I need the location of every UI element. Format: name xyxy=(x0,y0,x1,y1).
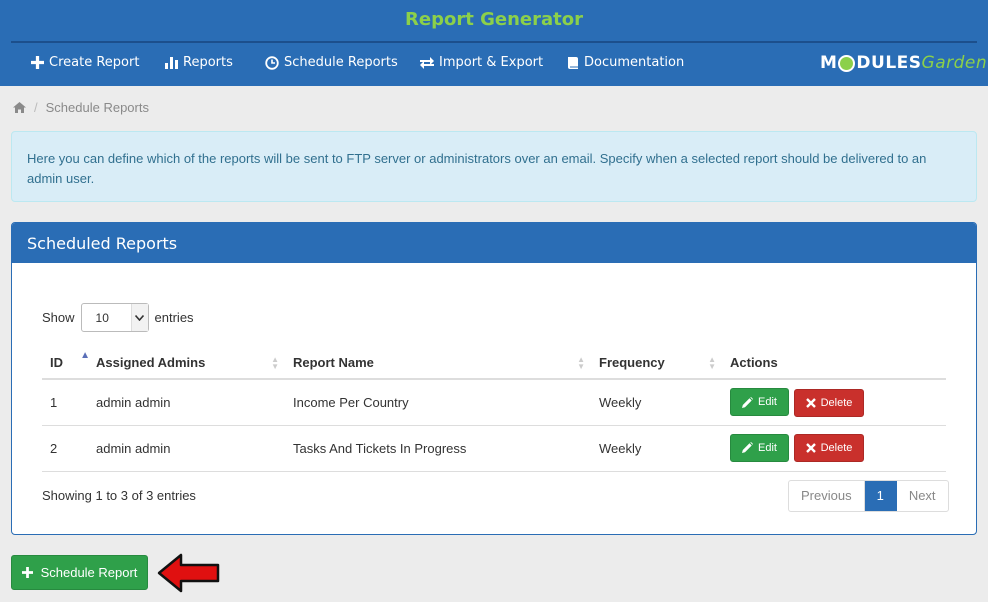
page-size-select[interactable]: 10 xyxy=(80,303,149,332)
nav-documentation[interactable]: Documentation xyxy=(567,55,684,70)
close-icon xyxy=(805,443,816,454)
bar-chart-icon xyxy=(165,56,178,69)
delete-button[interactable]: Delete xyxy=(793,434,865,463)
app-title: Report Generator xyxy=(405,9,583,30)
clock-icon xyxy=(265,55,279,70)
book-icon xyxy=(568,56,578,69)
exchange-icon xyxy=(420,56,434,69)
nav-schedule-reports-label: Schedule Reports xyxy=(284,55,398,70)
show-label: Show xyxy=(42,310,75,325)
cell-id: 2 xyxy=(42,425,88,472)
modulesgarden-logo[interactable]: M DULES Garden xyxy=(820,53,987,73)
cell-frequency: Weekly xyxy=(591,379,722,426)
home-icon[interactable] xyxy=(13,102,26,113)
page-size-control: Show 10 entries xyxy=(42,303,194,332)
breadcrumb-current: Schedule Reports xyxy=(45,100,149,115)
cell-admins: admin admin xyxy=(88,425,285,472)
sort-icon: ▲ ▼ xyxy=(577,355,585,371)
red-arrow-pointer-icon xyxy=(157,553,220,593)
column-header-report-name[interactable]: Report Name ▲ ▼ xyxy=(285,346,591,380)
cell-id: 1 xyxy=(42,379,88,426)
column-header-id[interactable]: ID ▲ xyxy=(42,346,90,380)
plus-icon xyxy=(21,567,33,578)
info-text: Here you can define which of the reports… xyxy=(27,151,927,186)
pagination-previous[interactable]: Previous xyxy=(789,481,865,511)
cell-actions: Edit Delete xyxy=(722,425,946,472)
nav-schedule-reports[interactable]: Schedule Reports xyxy=(265,55,398,70)
breadcrumb-separator: / xyxy=(34,100,38,115)
chevron-down-icon xyxy=(130,304,148,331)
scheduled-reports-table: ID ▲ Assigned Admins ▲ ▼ Report Name ▲ ▼ Freq… xyxy=(42,346,946,472)
cell-report: Income Per Country xyxy=(285,379,591,426)
cell-admins: admin admin xyxy=(88,379,285,426)
pagination-next[interactable]: Next xyxy=(897,481,948,511)
table-row: 2 admin admin Tasks And Tickets In Progr… xyxy=(42,425,946,472)
top-bar: Report Generator Create Report Reports S… xyxy=(0,0,988,86)
showing-entries-text: Showing 1 to 3 of 3 entries xyxy=(42,488,196,503)
delete-button[interactable]: Delete xyxy=(793,388,865,417)
pagination-page-current[interactable]: 1 xyxy=(864,481,897,511)
nav-documentation-label: Documentation xyxy=(584,55,685,70)
nav-import-export[interactable]: Import & Export xyxy=(420,55,543,70)
schedule-report-button[interactable]: Schedule Report xyxy=(11,555,148,590)
nav-create-report[interactable]: Create Report xyxy=(31,55,139,70)
edit-button[interactable]: Edit xyxy=(730,433,789,462)
nav-create-report-label: Create Report xyxy=(49,55,140,70)
table-row: 1 admin admin Income Per Country Weekly … xyxy=(42,379,946,426)
nav-reports[interactable]: Reports xyxy=(165,55,233,70)
scheduled-reports-panel: Scheduled Reports Show 10 entries ID ▲ As… xyxy=(11,222,977,535)
nav-reports-label: Reports xyxy=(183,55,233,70)
entries-label: entries xyxy=(154,310,194,325)
column-header-frequency[interactable]: Frequency ▲ ▼ xyxy=(591,346,722,380)
cell-frequency: Weekly xyxy=(591,425,722,472)
plus-icon xyxy=(31,56,44,69)
cell-report: Tasks And Tickets In Progress xyxy=(285,425,591,472)
panel-title: Scheduled Reports xyxy=(12,223,976,263)
info-alert: Here you can define which of the reports… xyxy=(11,131,977,202)
logo-globe-icon xyxy=(838,54,856,72)
pagination: Previous 1 Next xyxy=(788,480,949,512)
nav-import-export-label: Import & Export xyxy=(439,55,544,70)
pencil-icon xyxy=(742,396,753,408)
column-header-assigned-admins[interactable]: Assigned Admins ▲ ▼ xyxy=(88,346,285,380)
sort-icon: ▲ ▼ xyxy=(271,355,279,371)
pencil-icon xyxy=(742,442,753,454)
cell-actions: Edit Delete xyxy=(722,379,946,426)
edit-button[interactable]: Edit xyxy=(730,388,789,416)
column-header-actions: Actions xyxy=(722,346,946,380)
sort-icon: ▲ ▼ xyxy=(708,355,716,371)
page-size-value: 10 xyxy=(95,311,109,325)
schedule-report-label: Schedule Report xyxy=(40,565,138,580)
breadcrumb: / Schedule Reports xyxy=(13,100,149,115)
table-header-row: ID ▲ Assigned Admins ▲ ▼ Report Name ▲ ▼ Freq… xyxy=(42,346,946,380)
close-icon xyxy=(805,397,816,408)
